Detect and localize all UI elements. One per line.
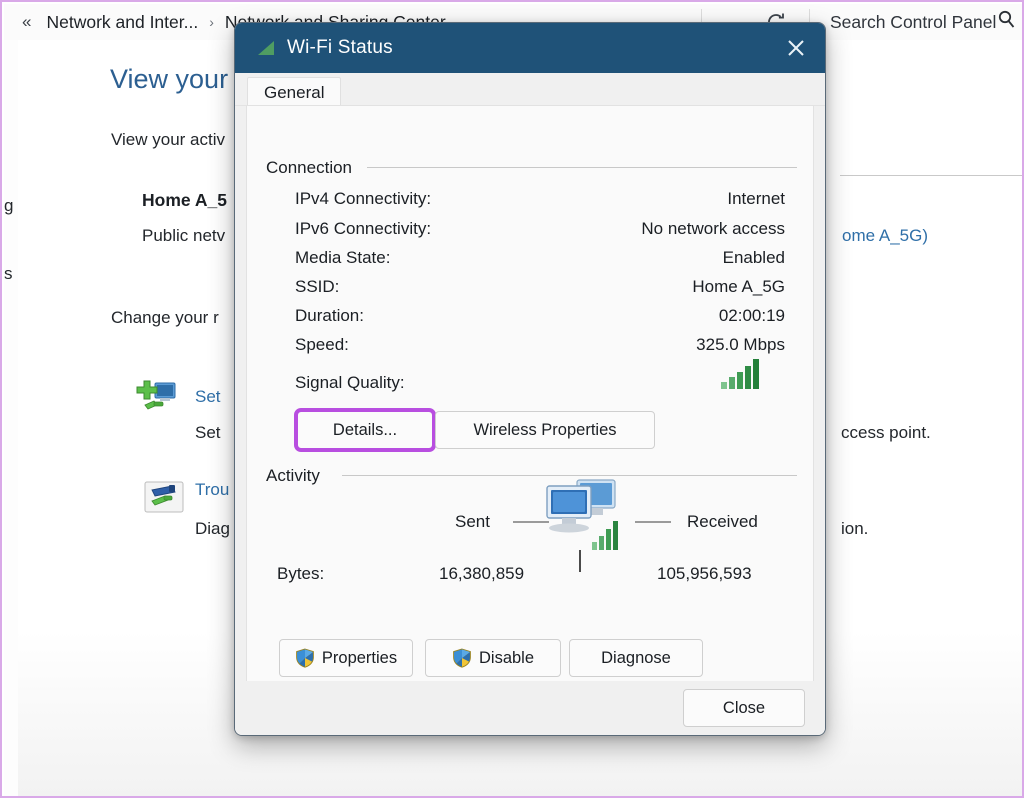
breadcrumb-segment-network-and-internet[interactable]: Network and Inter... [46, 12, 198, 33]
connection-group-label: Connection [266, 158, 362, 178]
network-computers-icon [537, 474, 633, 563]
row-value-speed: 325.0 Mbps [696, 335, 785, 354]
text-fragment-2: s [4, 264, 13, 283]
activity-caret-decoration [579, 550, 581, 572]
properties-button[interactable]: Properties [279, 639, 413, 677]
search-input[interactable]: Search Control Panel [816, 4, 1022, 40]
setup-connection-description-right: ccess point. [841, 423, 931, 442]
troubleshoot-description-right: ion. [841, 519, 869, 538]
active-network-name: Home A_5 [142, 190, 227, 210]
sent-label: Sent [455, 512, 490, 531]
setup-connection-description: Set [195, 423, 221, 442]
search-icon [996, 9, 1018, 36]
disable-button-label: Disable [478, 648, 535, 667]
connection-group-rule [367, 167, 797, 168]
received-label: Received [687, 512, 758, 531]
row-value-ssid: Home A_5G [692, 277, 785, 296]
navigation-pane [4, 40, 18, 796]
page-title: View your [110, 64, 229, 94]
text-fragment-1: g [4, 196, 14, 215]
dialog-tabstrip: General [235, 73, 825, 109]
wifi-status-dialog: Wi-Fi Status General Connection IPv4 Con… [234, 22, 826, 736]
dialog-tabpage: Connection IPv4 Connectivity: Internet I… [246, 105, 814, 683]
row-key-media-state: Media State: [295, 248, 391, 267]
details-button[interactable]: Details... [294, 408, 436, 452]
dialog-title: Wi-Fi Status [287, 37, 393, 58]
change-settings-heading: Change your r [111, 308, 219, 327]
shield-icon [295, 648, 315, 668]
breadcrumb-separator-icon: › [209, 14, 214, 30]
wireless-properties-button-label: Wireless Properties [473, 420, 617, 439]
row-key-duration: Duration: [295, 306, 364, 325]
active-network-type: Public netv [142, 226, 226, 245]
details-button-label: Details... [332, 420, 398, 439]
bytes-label: Bytes: [277, 564, 325, 583]
signal-bars-icon [720, 358, 762, 395]
properties-button-label: Properties [321, 648, 398, 667]
row-value-media-state: Enabled [722, 248, 785, 267]
close-button-label: Close [722, 698, 766, 717]
bytes-sent-value: 16,380,859 [439, 564, 525, 583]
troubleshoot-link[interactable]: Trou [195, 480, 229, 500]
setup-connection-icon [135, 377, 181, 419]
dialog-footer: Close [235, 681, 825, 735]
active-network-connection-link[interactable]: ome A_5G) [842, 226, 928, 246]
activity-group-label: Activity [266, 466, 329, 486]
row-value-ipv4: Internet [727, 189, 785, 208]
close-icon[interactable] [767, 23, 825, 73]
screenshot-root: « Network and Inter... › Network and Sha… [0, 0, 1024, 798]
row-key-ipv6: IPv6 Connectivity: [295, 219, 432, 238]
page-subtitle: View your activ [111, 130, 226, 149]
row-key-ssid: SSID: [295, 277, 340, 296]
disable-button[interactable]: Disable [425, 639, 561, 677]
row-value-ipv6: No network access [641, 219, 785, 238]
content-divider [840, 175, 1022, 176]
diagnose-button[interactable]: Diagnose [569, 639, 703, 677]
signal-quality-label: Signal Quality: [295, 373, 405, 392]
wireless-properties-button[interactable]: Wireless Properties [435, 411, 655, 449]
received-dash-decoration [635, 521, 671, 523]
wifi-signal-icon [257, 40, 275, 56]
setup-connection-link[interactable]: Set [195, 387, 221, 407]
troubleshoot-icon [143, 480, 189, 522]
shield-icon [452, 648, 472, 668]
search-placeholder-text: Search Control Panel [830, 11, 997, 32]
row-key-speed: Speed: [295, 335, 349, 354]
close-button[interactable]: Close [683, 689, 805, 727]
back-chevrons-icon[interactable]: « [22, 12, 32, 32]
row-key-ipv4: IPv4 Connectivity: [295, 189, 432, 208]
bytes-received-value: 105,956,593 [657, 564, 752, 583]
diagnose-button-label: Diagnose [601, 648, 671, 667]
dialog-titlebar: Wi-Fi Status [235, 23, 825, 73]
troubleshoot-description: Diag [195, 519, 230, 538]
row-value-duration: 02:00:19 [718, 306, 785, 325]
